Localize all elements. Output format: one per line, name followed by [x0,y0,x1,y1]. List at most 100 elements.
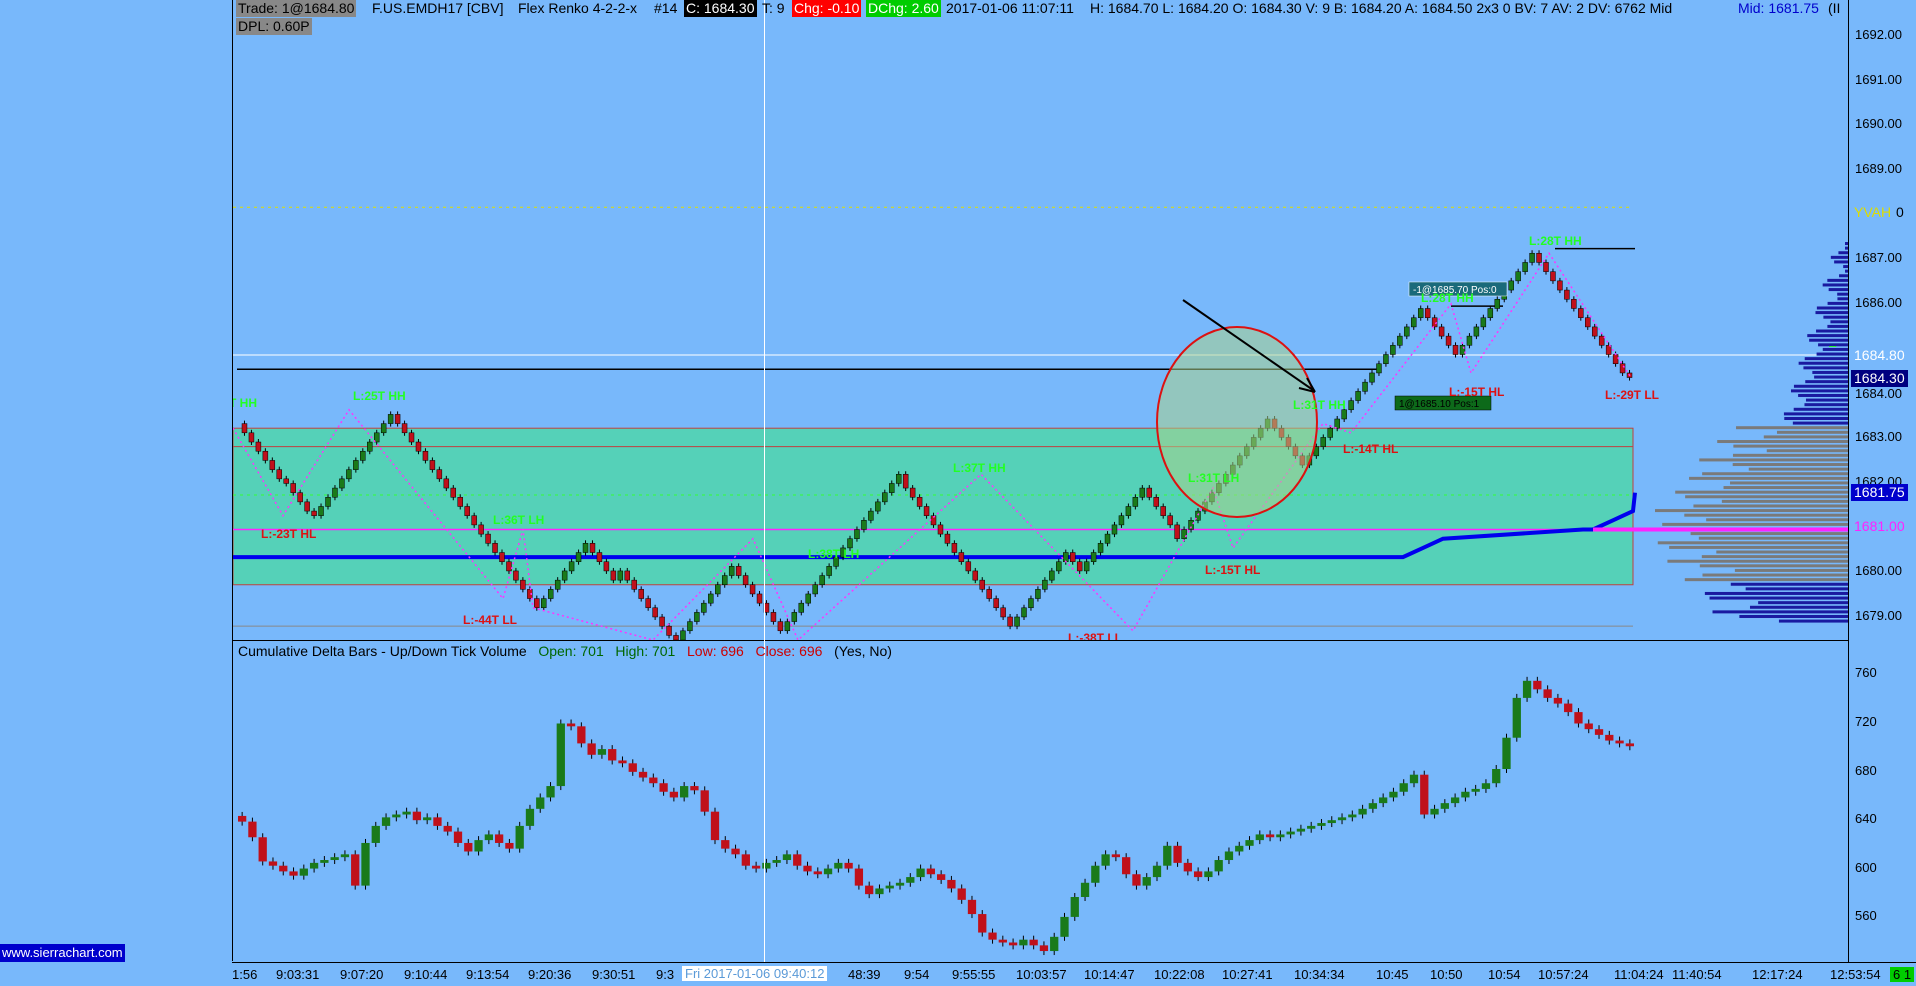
delta-bar [330,857,339,861]
delta-bar [1122,857,1131,875]
time-axis[interactable]: 1:56 9:03:31 9:07:20 9:10:44 9:13:54 9:2… [232,962,1916,986]
delta-bar [299,868,308,876]
renko-bar [380,423,387,434]
renko-bar [1118,515,1125,526]
sierrachart-watermark[interactable]: www.sierrachart.com [0,944,125,962]
datetime-label: 2017-01-06 11:07:11 [946,0,1074,16]
delta-bar [813,871,822,875]
volume-profile-bar [1699,564,1849,568]
corner-badge: 6 1 [1890,967,1915,982]
delta-bar [1348,814,1357,818]
volume-profile-bar [1792,421,1849,425]
renko-bar [262,450,269,461]
volume-profile-bar [1723,486,1849,490]
yvah-tag: YVAH [1854,204,1892,220]
renko-bar [638,589,644,599]
price-tick: 1692.00 [1855,27,1902,42]
swing-label: L:36T LH [493,513,544,527]
volume-profile-bar [1758,601,1849,605]
volume-profile-bar [1709,596,1849,600]
delta-bar [1245,840,1254,846]
renko-bar [749,584,756,595]
delta-title: Cumulative Delta Bars - Up/Down Tick Vol… [238,643,527,659]
delta-bar [1409,774,1419,784]
renko-bar [854,529,860,539]
delta-flags: (Yes, No) [834,643,892,659]
renko-bar [895,473,902,484]
volume-profile-bar [1699,458,1849,462]
delta-bar [1543,689,1552,698]
cumulative-delta-panel[interactable] [232,641,1849,961]
volume-profile-bar [1803,366,1849,370]
delta-bar [1224,851,1234,861]
delta-bar [1471,788,1480,792]
renko-bar [1598,335,1605,346]
volume-profile-bar [1702,472,1849,476]
renko-bar [1564,289,1570,300]
swing-label: L:-23T HL [261,527,316,541]
delta-bar [1440,803,1449,809]
delta-bar [967,899,977,915]
volume-profile-bar [1793,407,1849,411]
price-tick: 1679.00 [1855,608,1902,623]
volume-profile-bar [1816,329,1849,333]
price-chart-panel[interactable]: -1@1685.70 Pos:0 1@1685.10 Pos:1 L:25T HH L… [232,0,1849,641]
volume-profile-bar [1706,518,1849,522]
ticks-label: T: 9 [762,0,785,16]
renko-bar [993,598,999,609]
price-axis[interactable]: 1692.00 1691.00 1690.00 1689.00 YVAH 0 1… [1829,0,1916,962]
volume-profile-bar [1702,573,1849,577]
volume-profile-bar [1712,610,1849,614]
renko-bar [1167,515,1173,526]
volume-profile-bar [1828,288,1849,292]
price-tick: 1683.00 [1855,429,1902,444]
volume-profile-bar [1733,444,1849,448]
delta-bar [865,885,874,895]
renko-bar [1063,552,1069,562]
time-label: 10:50 [1430,967,1463,982]
cumulative-delta-svg[interactable] [233,641,1849,961]
delta-bar [392,814,401,818]
delta-bar [1080,882,1090,897]
delta-bar [556,723,565,787]
delta-bar [505,842,514,849]
volume-profile-bar [1776,430,1849,434]
renko-bar [673,635,679,640]
renko-bar [652,607,658,618]
renko-bar [791,612,798,622]
renko-bar [1348,400,1354,411]
renko-bar [610,570,617,581]
price-tick: 1680.00 [1855,563,1902,578]
delta-bar [258,837,267,862]
delta-bar [423,817,432,821]
renko-bar [728,566,735,576]
renko-bar [422,450,429,461]
delta-bar [680,786,689,798]
time-label: 9:55:55 [952,967,996,982]
delta-bar [1091,865,1100,883]
renko-bar [1104,533,1111,544]
renko-bar [499,552,505,562]
delta-bar [988,932,997,940]
dpl-label: DPL: 0.60P [236,18,312,35]
highlight-circle [1156,326,1318,518]
volume-profile-bar [1805,398,1849,402]
delta-bar [1389,791,1398,798]
renko-bar [387,414,394,424]
renko-bar [1076,561,1083,572]
delta-bar [494,834,504,843]
delta-bar [1214,860,1223,872]
renko-bar [1459,345,1466,355]
time-label: 9:20:36 [528,967,572,982]
renko-bar [972,570,979,581]
renko-bar [965,561,972,572]
delta-bar [885,885,894,889]
delta-bar [464,842,473,852]
renko-bar [1571,299,1577,309]
volume-profile-bar [1717,440,1849,444]
price-chart-svg[interactable]: -1@1685.70 Pos:01@1685.10 Pos:1L:25T HHL… [233,0,1849,640]
delta-bar [515,825,524,849]
volume-profile-bar [1745,587,1849,591]
renko-bar [283,478,289,484]
volume-profile-bar [1827,301,1849,305]
